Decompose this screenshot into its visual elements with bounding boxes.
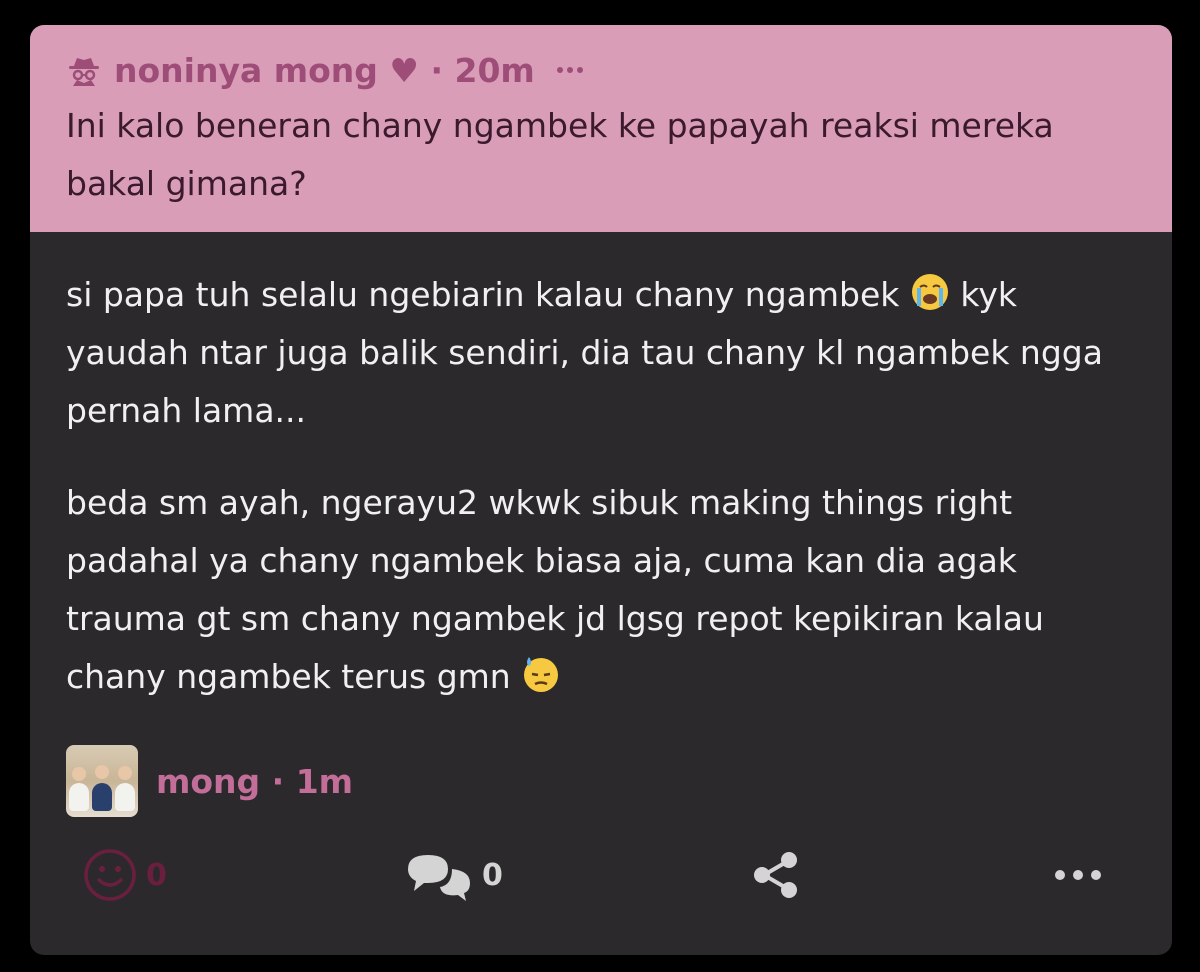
question-separator: · <box>418 50 455 90</box>
author-name[interactable]: mong <box>156 762 260 801</box>
answer-author[interactable]: mong · 1m <box>66 745 353 817</box>
comment-button[interactable]: 0 <box>404 847 503 903</box>
more-options-button[interactable] <box>1050 855 1106 895</box>
answer-paragraph-2: beda sm ayah, ngerayu2 wkwk sibuk making… <box>66 474 1136 706</box>
spy-icon <box>69 58 99 86</box>
loudly-crying-face-icon <box>911 274 948 310</box>
smiley-icon <box>84 849 136 901</box>
author-separator: · <box>260 761 296 801</box>
comments-count: 0 <box>482 857 503 893</box>
speech-bubbles-icon <box>408 855 470 901</box>
question-time: 20m <box>454 50 535 90</box>
share-icon <box>754 852 797 898</box>
question-username[interactable]: noninya mong ♥ <box>114 51 419 90</box>
answer-body: si papa tuh selalu ngebiarin kalau chany… <box>30 232 1172 706</box>
answer-paragraph-1-text: si papa tuh selalu ngebiarin kalau chany… <box>66 275 900 314</box>
question-more-icon[interactable] <box>556 67 583 73</box>
react-button[interactable]: 0 <box>82 847 167 903</box>
more-dots-icon <box>1055 870 1101 880</box>
question-box[interactable]: noninya mong ♥ · 20m Ini kalo beneran ch… <box>30 25 1172 232</box>
question-header: noninya mong ♥ · 20m <box>66 47 1136 93</box>
answer-paragraph-1: si papa tuh selalu ngebiarin kalau chany… <box>66 266 1136 440</box>
share-button[interactable] <box>748 847 804 903</box>
downcast-face-with-sweat-icon <box>524 657 559 692</box>
author-time: 1m <box>295 761 354 801</box>
avatar[interactable] <box>66 745 138 817</box>
reactions-count: 0 <box>146 857 167 893</box>
action-bar: 0 0 <box>30 847 1172 927</box>
question-text: Ini kalo beneran chany ngambek ke papaya… <box>66 106 1054 203</box>
answer-card: noninya mong ♥ · 20m Ini kalo beneran ch… <box>30 25 1172 955</box>
